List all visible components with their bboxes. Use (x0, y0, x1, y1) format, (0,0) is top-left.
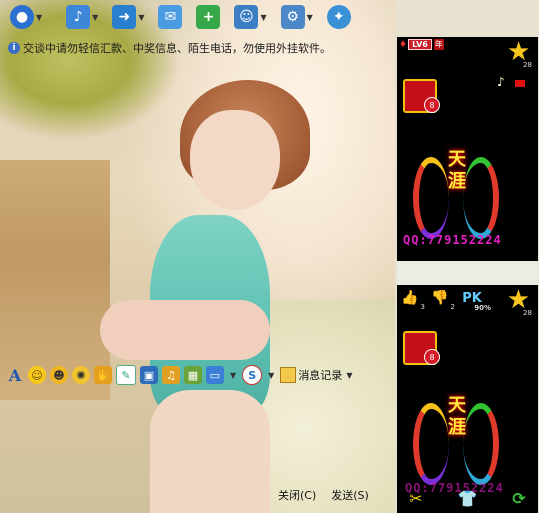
pk-percent: 90% (474, 304, 491, 312)
magic-emoji-icon[interactable]: ☻ (50, 366, 68, 384)
year-badge: 年 (433, 39, 444, 50)
gift-count: 8 (424, 97, 440, 113)
file-transfer-button[interactable]: ➜ ▼ (112, 2, 144, 32)
settings-button[interactable]: ⚙ ▼ (280, 2, 313, 32)
member-icon: ☺ (234, 5, 259, 29)
diamond-icon: ♦ (399, 39, 408, 50)
tool-button[interactable]: ✦ (326, 2, 351, 32)
chevron-down-icon[interactable]: ▼ (307, 13, 313, 22)
mute-indicator (515, 80, 525, 87)
video-button[interactable]: ● ▼ (10, 2, 42, 32)
pk-icon[interactable]: PK 90% (461, 287, 491, 313)
person-legs (150, 390, 270, 513)
folder-icon: ➜ (112, 5, 137, 29)
thumb-up-count: 3 (420, 303, 425, 311)
screen-share-icon[interactable]: ▭ (206, 366, 224, 384)
message-record-label: 消息记录 (298, 369, 343, 382)
message-record-icon (280, 367, 297, 383)
chevron-down-icon[interactable]: ▼ (138, 13, 144, 22)
chevron-down-icon[interactable]: ▼ (92, 13, 98, 22)
tool-icon: ✦ (326, 5, 351, 29)
gift-icon[interactable]: ▦ (184, 366, 202, 384)
send-button[interactable]: 发送(S) (331, 487, 369, 503)
chat-background-photo (0, 0, 395, 513)
member-button[interactable]: ☺ ▼ (234, 2, 267, 32)
qq-number: QQ:779152224 (403, 233, 502, 247)
chevron-down-icon[interactable]: ▼ (268, 371, 274, 380)
level-label: LV6 (408, 39, 432, 50)
contact-show-panel: ♦ LV6 年 ★ 28 8 ♪ 天 涯 QQ:779152224 (397, 37, 538, 261)
security-notice: i 交谈中请勿轻信汇款、中奖信息、陌生电话，勿使用外挂软件。 (8, 40, 331, 56)
app-add-icon: + (196, 5, 221, 29)
star-count: 28 (523, 61, 532, 69)
emblem-title: 天 涯 (448, 149, 466, 192)
screenshot-icon[interactable]: ✎ (116, 365, 136, 385)
font-icon[interactable]: A (6, 366, 24, 385)
close-button[interactable]: 关闭(C) (278, 487, 316, 503)
star-count: 28 (523, 309, 532, 317)
my-show-panel: 👍 3 👎 2 PK 90% ★ 28 8 天 涯 QQ:779152224 ✂… (397, 285, 538, 513)
gift-count: 8 (424, 349, 440, 365)
music-icon[interactable]: ♫ (162, 366, 180, 384)
chevron-down-icon[interactable]: ▼ (36, 13, 42, 22)
image-icon[interactable]: ▣ (140, 366, 158, 384)
panel-divider (397, 261, 538, 285)
person-arm (100, 300, 270, 360)
level-badge: ♦ LV6 年 (399, 39, 444, 50)
app-add-button[interactable]: + (196, 2, 221, 32)
settings-icon: ⚙ (280, 5, 305, 29)
stats-row: 👍 3 👎 2 PK 90% (399, 287, 491, 313)
chevron-down-icon[interactable]: ▼ (260, 13, 266, 22)
person-face (190, 110, 280, 210)
thumb-down-icon[interactable]: 👎 2 (429, 287, 455, 311)
chat-toolbar: ● ▼ ♪ ▼ ➜ ▼ ✉ + ☺ ▼ ⚙ ▼ ✦ (0, 0, 395, 34)
message-record-button[interactable]: 消息记录 ▼ (280, 367, 352, 383)
thumb-down-count: 2 (450, 303, 455, 311)
chevron-down-icon[interactable]: ▼ (346, 371, 352, 380)
mail-button[interactable]: ✉ (158, 2, 183, 32)
info-icon: i (8, 42, 20, 54)
payment-icon[interactable]: S (242, 365, 263, 385)
voice-message-icon[interactable]: ✋ (94, 366, 112, 384)
microphone-icon: ♪ (66, 5, 91, 29)
emblem-title: 天 涯 (448, 395, 466, 438)
shake-icon[interactable]: ✺ (72, 366, 90, 384)
thumb-up-icon[interactable]: 👍 3 (399, 287, 425, 311)
emoji-icon[interactable]: ☺ (28, 366, 46, 384)
refresh-icon[interactable]: ⟳ (508, 487, 530, 509)
chevron-down-icon[interactable]: ▼ (230, 371, 236, 380)
voice-button[interactable]: ♪ ▼ (66, 2, 98, 32)
mail-icon: ✉ (158, 5, 183, 29)
scissors-icon[interactable]: ✂ (405, 487, 427, 509)
speaker-icon[interactable]: ♪ (497, 75, 505, 89)
show-actions: ✂ 👕 ⟳ (405, 487, 530, 509)
action-buttons: 关闭(C) 发送(S) (278, 487, 384, 503)
input-toolbar: A ☺ ☻ ✺ ✋ ✎ ▣ ♫ ▦ ▭ ▼ S ▼ 消息记录 ▼ (6, 364, 352, 386)
video-icon: ● (10, 5, 34, 29)
shirt-icon[interactable]: 👕 (457, 487, 479, 509)
security-notice-text: 交谈中请勿轻信汇款、中奖信息、陌生电话，勿使用外挂软件。 (23, 42, 331, 55)
